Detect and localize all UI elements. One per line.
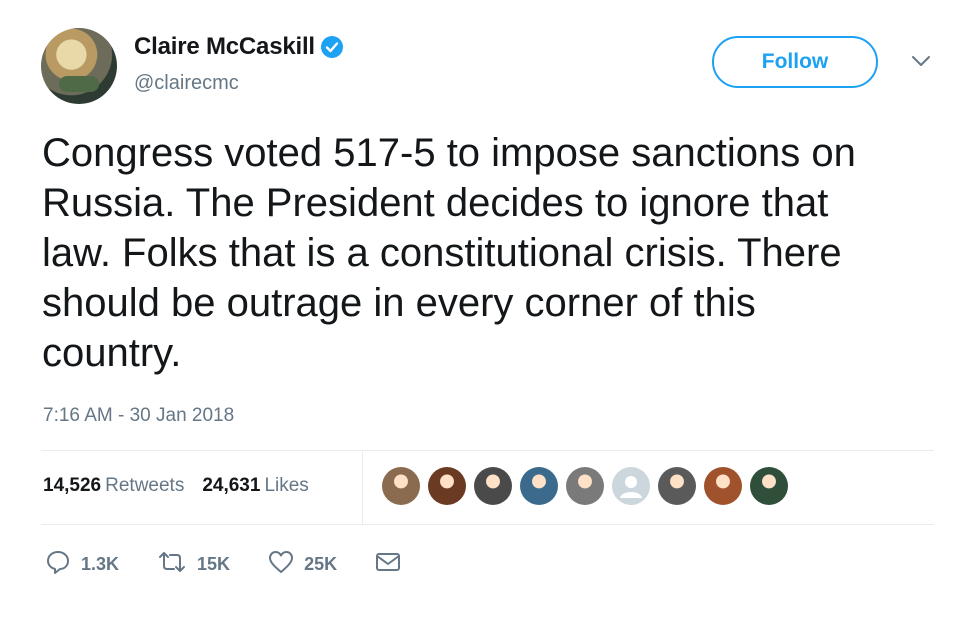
- like-button[interactable]: 25K: [268, 550, 337, 579]
- stats-separator: [362, 452, 363, 524]
- retweet-icon: [157, 550, 187, 579]
- retweets-count: 14,526: [43, 475, 102, 496]
- likes-label: Likes: [264, 475, 309, 496]
- heart-icon: [268, 550, 294, 579]
- retweets-stat[interactable]: 14,526 Retweets: [43, 475, 184, 497]
- tweet-actions: 1.3K 15K 25K: [45, 549, 439, 580]
- follow-button[interactable]: Follow: [712, 36, 878, 88]
- retweet-count: 15K: [197, 554, 231, 574]
- author-name[interactable]: Claire McCaskill: [134, 33, 315, 61]
- chevron-down-icon[interactable]: [909, 53, 933, 69]
- author-name-row: Claire McCaskill: [134, 33, 343, 61]
- like-count: 25K: [304, 554, 338, 574]
- reply-count: 1.3K: [81, 554, 120, 574]
- liker-avatar-5[interactable]: [566, 467, 604, 505]
- liker-avatar-default[interactable]: [612, 467, 650, 505]
- tweet-text: Congress voted 517-5 to impose sanctions…: [42, 131, 856, 375]
- likes-count: 24,631: [202, 475, 261, 496]
- author-avatar[interactable]: [41, 28, 117, 104]
- reply-button[interactable]: 1.3K: [45, 549, 119, 580]
- verified-badge-icon: [320, 36, 343, 58]
- divider-top: [41, 450, 934, 451]
- liker-avatar-9[interactable]: [750, 467, 788, 505]
- liker-avatar-2[interactable]: [428, 467, 466, 505]
- reply-icon: [45, 549, 71, 580]
- liker-avatar-1[interactable]: [382, 467, 420, 505]
- liker-avatar-7[interactable]: [658, 467, 696, 505]
- tweet-timestamp[interactable]: 7:16 AM - 30 Jan 2018: [43, 405, 234, 427]
- likes-stat[interactable]: 24,631 Likes: [202, 475, 308, 497]
- author-handle[interactable]: @clairecmc: [134, 72, 239, 95]
- divider-bottom: [41, 524, 934, 525]
- retweet-button[interactable]: 15K: [157, 550, 230, 579]
- direct-message-button[interactable]: [375, 551, 401, 578]
- liker-avatar-4[interactable]: [520, 467, 558, 505]
- likers-avatars: [382, 467, 788, 505]
- envelope-icon: [375, 551, 401, 578]
- liker-avatar-3[interactable]: [474, 467, 512, 505]
- tweet-stats: 14,526 Retweets 24,631 Likes: [43, 475, 309, 497]
- liker-avatar-8[interactable]: [704, 467, 742, 505]
- retweets-label: Retweets: [105, 475, 185, 496]
